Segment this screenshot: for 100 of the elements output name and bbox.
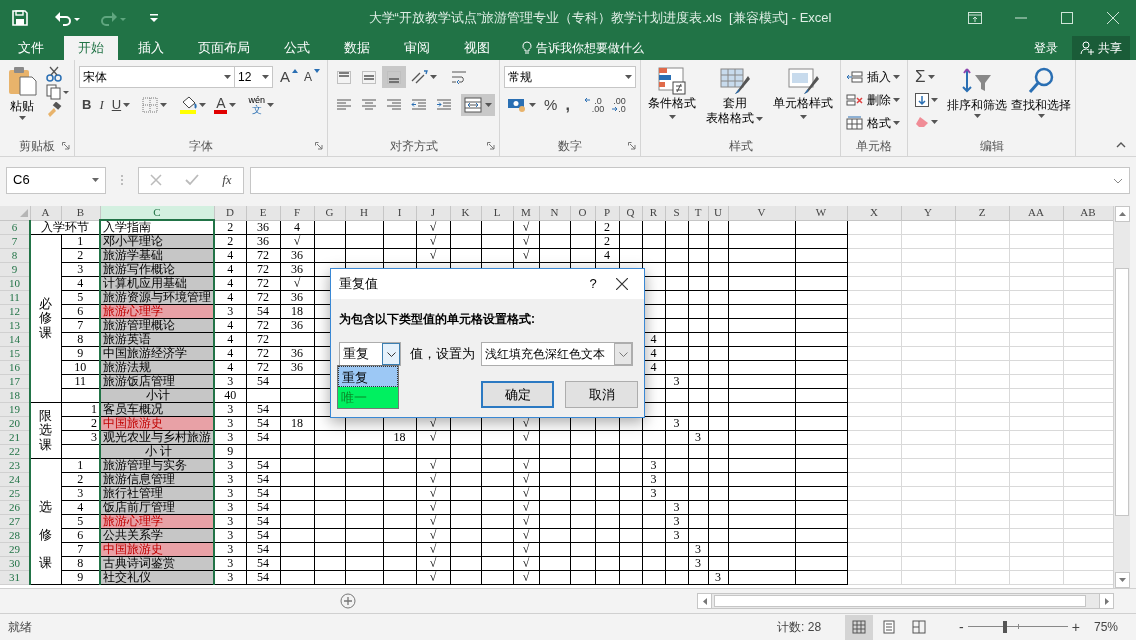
italic-button[interactable]: I: [96, 94, 107, 116]
scissors-icon[interactable]: [46, 66, 62, 82]
number-format-field[interactable]: 常规: [504, 66, 637, 88]
column-header[interactable]: K: [450, 206, 481, 220]
shrink-font-button[interactable]: A: [301, 66, 324, 88]
scroll-up-icon[interactable]: [1118, 212, 1126, 216]
column-header[interactable]: Z: [955, 206, 1009, 220]
column-header[interactable]: B: [61, 206, 100, 220]
autosum-button[interactable]: Σ: [912, 66, 942, 88]
phonetic-button[interactable]: wén 文: [245, 94, 277, 116]
add-sheet-icon[interactable]: [340, 593, 356, 609]
dialog-launcher-icon[interactable]: [487, 142, 496, 150]
column-header[interactable]: V: [728, 206, 795, 220]
name-box[interactable]: C6: [6, 166, 106, 194]
column-header[interactable]: G: [314, 206, 345, 220]
ribbon-tab[interactable]: 审阅: [390, 36, 444, 60]
help-button[interactable]: ?: [580, 274, 606, 294]
vertical-align-button[interactable]: [382, 66, 407, 88]
grow-font-button[interactable]: A: [277, 66, 301, 88]
scroll-left-icon[interactable]: [702, 597, 707, 605]
scroll-down-icon[interactable]: [1118, 578, 1126, 582]
column-header[interactable]: D: [214, 206, 246, 220]
column-header[interactable]: R: [642, 206, 665, 220]
scroll-right-icon[interactable]: [1104, 597, 1109, 605]
font-size-field[interactable]: 12: [235, 66, 273, 88]
column-header[interactable]: I: [383, 206, 416, 220]
column-header[interactable]: P: [595, 206, 619, 220]
zoom-out-button[interactable]: -: [959, 616, 964, 638]
column-header[interactable]: E: [246, 206, 280, 220]
ribbon-display-icon[interactable]: [968, 12, 982, 24]
column-header[interactable]: H: [345, 206, 383, 220]
column-header[interactable]: Y: [901, 206, 955, 220]
column-header[interactable]: S: [665, 206, 688, 220]
find-select-button[interactable]: 查找和选择: [1011, 66, 1072, 118]
cells-button[interactable]: 格式: [843, 112, 904, 134]
ribbon-tab[interactable]: 开始: [64, 36, 118, 60]
ribbon-tab[interactable]: 页面布局: [184, 36, 264, 60]
column-header[interactable]: J: [416, 206, 450, 220]
column-header[interactable]: M: [513, 206, 539, 220]
collapse-ribbon-icon[interactable]: [1116, 142, 1126, 148]
share-button[interactable]: 共享: [1072, 36, 1130, 60]
type-dropdown[interactable]: 重复: [339, 342, 401, 366]
cells-button[interactable]: 插入: [843, 66, 904, 88]
increase-decimal-button[interactable]: .0 .00: [580, 94, 608, 116]
formula-input[interactable]: [250, 166, 1130, 194]
ribbon-tab[interactable]: 文件: [4, 36, 58, 60]
dialog-launcher-icon[interactable]: [62, 142, 70, 150]
ribbon-tab[interactable]: 公式: [270, 36, 324, 60]
font-color-button[interactable]: A: [211, 94, 240, 116]
column-header[interactable]: F: [280, 206, 314, 220]
column-header[interactable]: O: [570, 206, 595, 220]
bold-button[interactable]: B: [79, 94, 95, 116]
ribbon-tab[interactable]: 视图: [450, 36, 504, 60]
lightbulb-icon[interactable]: [522, 41, 532, 55]
horizontal-scrollbar[interactable]: [697, 593, 1114, 609]
column-header[interactable]: W: [795, 206, 847, 220]
save-icon[interactable]: [12, 10, 28, 26]
column-header[interactable]: Q: [619, 206, 642, 220]
dialog-button[interactable]: 取消: [565, 381, 638, 408]
decrease-decimal-button[interactable]: .00 .0: [609, 94, 629, 116]
column-header[interactable]: A: [30, 206, 61, 220]
column-header[interactable]: N: [539, 206, 570, 220]
dialog-launcher-icon[interactable]: [315, 142, 324, 150]
zoom-slider[interactable]: [967, 620, 1068, 634]
column-header[interactable]: L: [481, 206, 513, 220]
paintbrush-icon[interactable]: [46, 102, 62, 118]
customize-icon[interactable]: [150, 14, 158, 22]
styles-button[interactable]: 套用 表格格式: [703, 66, 767, 126]
view-button[interactable]: [845, 614, 874, 640]
paste-button[interactable]: 粘贴: [4, 66, 40, 120]
zoom-in-button[interactable]: +: [1071, 616, 1080, 638]
insert-function-button[interactable]: fx: [222, 170, 232, 190]
styles-button[interactable]: 单元格样式: [770, 66, 837, 119]
styles-button[interactable]: 条件格式: [645, 66, 700, 119]
dropdown-option[interactable]: 重复: [338, 366, 398, 387]
column-header[interactable]: T: [688, 206, 708, 220]
column-header[interactable]: C: [100, 206, 214, 220]
comma-button[interactable]: ,: [562, 94, 573, 116]
sign-in-link[interactable]: 登录: [1034, 36, 1058, 60]
maximize-icon[interactable]: [1061, 12, 1073, 24]
column-header[interactable]: AA: [1009, 206, 1063, 220]
percent-button[interactable]: %: [541, 94, 561, 116]
sort-filter-button[interactable]: 排序和筛选: [947, 66, 1008, 118]
ribbon-tab[interactable]: 数据: [330, 36, 384, 60]
zoom-slider-thumb[interactable]: [1003, 621, 1008, 633]
enter-check-icon[interactable]: [185, 174, 200, 186]
close-icon[interactable]: [616, 278, 628, 290]
column-header[interactable]: U: [708, 206, 728, 220]
dialog-launcher-icon[interactable]: [628, 142, 637, 150]
format-dropdown[interactable]: 浅红填充色深红色文本: [481, 342, 633, 366]
ribbon-tab[interactable]: 插入: [124, 36, 178, 60]
copy-icon[interactable]: [46, 84, 70, 100]
font-name-field[interactable]: 宋体: [79, 66, 235, 88]
merge-center-button[interactable]: [461, 94, 496, 116]
cells-button[interactable]: 删除: [843, 89, 904, 111]
tell-me-field[interactable]: 告诉我你想要做什么: [536, 39, 644, 57]
vertical-scrollbar[interactable]: [1113, 206, 1130, 588]
zoom-level[interactable]: 75%: [1093, 618, 1118, 636]
column-header[interactable]: AB: [1063, 206, 1113, 220]
dialog-button[interactable]: 确定: [481, 381, 554, 408]
